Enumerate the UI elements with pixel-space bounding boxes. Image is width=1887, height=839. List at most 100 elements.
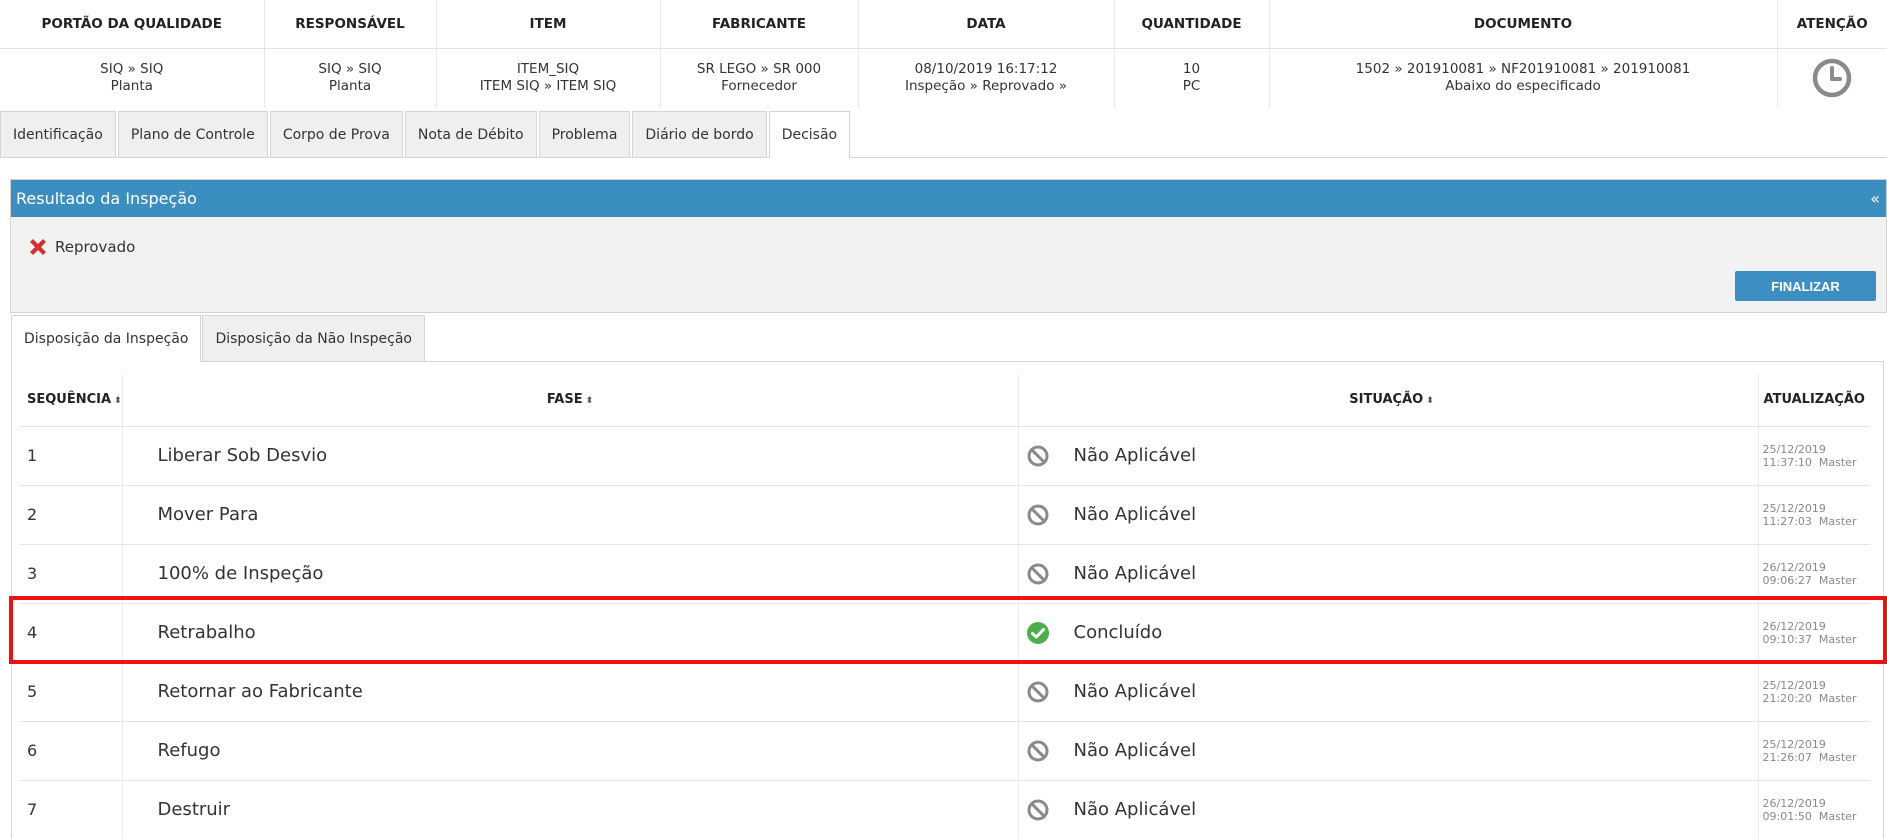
cell-situacao[interactable]: Concluído: [1018, 603, 1759, 663]
cell-atualizacao: 25/12/2019 11:27:03 Master: [1758, 485, 1870, 545]
cell-atualizacao: 26/12/2019 09:01:50 Master: [1758, 780, 1870, 839]
tab-1[interactable]: Plano de Controle: [117, 111, 268, 157]
cell-sequencia: 3: [20, 544, 123, 604]
disposition-table: SEQUÊNCIA ⬍ FASE ⬍ SITUAÇÃO ⬍ ATUALIZAÇÃO 1…: [20, 374, 1870, 839]
not-applicable-icon: [1027, 445, 1048, 466]
situacao-label: Não Aplicável: [1073, 445, 1197, 466]
situacao-wrap: Não Aplicável: [1026, 444, 1758, 468]
quantidade-line2: PC: [1182, 78, 1201, 95]
situacao-wrap: Concluído: [1026, 621, 1758, 645]
cell-situacao[interactable]: Não Aplicável: [1018, 721, 1759, 781]
header-quantidade: QUANTIDADE: [1114, 0, 1270, 49]
cell-situacao[interactable]: Não Aplicável: [1018, 662, 1759, 722]
col-fase-label: FASE: [546, 392, 583, 408]
cell-situacao[interactable]: Não Aplicável: [1018, 544, 1759, 604]
cell-sequencia: 5: [20, 662, 123, 722]
disposition-table-container: SEQUÊNCIA ⬍ FASE ⬍ SITUAÇÃO ⬍ ATUALIZAÇÃO 1…: [11, 361, 1884, 839]
update-user: Master: [1818, 750, 1857, 764]
table-row[interactable]: 6 Refugo Não Aplicável 25/12/2019 21:26:07 M…: [20, 721, 1871, 781]
col-fase[interactable]: FASE ⬍: [122, 374, 1019, 427]
cell-sequencia: 1: [20, 426, 123, 486]
result-status: Reprovado: [27, 236, 135, 258]
update-time: 09:10:37: [1762, 632, 1812, 646]
clock-icon[interactable]: [1812, 58, 1852, 98]
header-documento: DOCUMENTO: [1269, 0, 1778, 49]
tab-6[interactable]: Decisão: [768, 111, 851, 158]
cell-fase: Mover Para: [122, 485, 1019, 545]
update-date: 26/12/2019: [1762, 619, 1826, 633]
tab-5[interactable]: Diário de bordo: [632, 111, 767, 157]
col-sequencia-label: SEQUÊNCIA: [27, 392, 112, 408]
sort-icon[interactable]: ⬍: [586, 396, 594, 406]
fabricante-line2: Fornecedor: [721, 78, 797, 95]
cell-situacao[interactable]: Não Aplicável: [1018, 780, 1759, 839]
col-situacao[interactable]: SITUAÇÃO ⬍: [1018, 374, 1759, 427]
check-circle-icon: [1026, 621, 1049, 644]
table-row[interactable]: 5 Retornar ao Fabricante Não Aplicável 25/1…: [20, 662, 1870, 722]
disposition-tabs: Disposição da Inspeção Disposição da Não …: [11, 315, 426, 362]
header-data: DATA: [858, 0, 1115, 49]
cell-atualizacao: 25/12/2019 21:26:07 Master: [1758, 721, 1871, 781]
sort-icon[interactable]: ⬍: [114, 396, 122, 406]
cell-sequencia: 6: [20, 721, 123, 781]
summary-value-row: SIQ » SIQ Planta SIQ » SIQ Planta ITEM_S…: [0, 48, 1887, 108]
cell-situacao[interactable]: Não Aplicável: [1018, 426, 1759, 486]
panel-header[interactable]: Resultado da Inspeção «: [11, 180, 1886, 217]
responsavel-line1: SIQ » SIQ: [318, 61, 382, 78]
value-documento: 1502 » 201910081 » NF201910081 » 2019100…: [1269, 48, 1778, 108]
update-time: 09:06:27: [1762, 573, 1812, 587]
update-time-user: 09:06:27 Master: [1763, 574, 1871, 587]
update-time: 21:26:07: [1762, 750, 1812, 764]
cell-fase: Liberar Sob Desvio: [122, 426, 1019, 486]
table-row[interactable]: 4 Retrabalho Concluído 26/12/2019 09:10:37 M…: [20, 603, 1871, 663]
tab-2[interactable]: Corpo de Prova: [269, 111, 403, 157]
quantidade-line1: 10: [1182, 61, 1201, 78]
update-date: 25/12/2019: [1762, 442, 1826, 456]
header-fabricante: FABRICANTE: [660, 0, 859, 49]
update-user: Master: [1818, 632, 1857, 646]
table-row[interactable]: 1 Liberar Sob Desvio Não Aplicável 25/12/20…: [20, 426, 1870, 486]
subtab-0[interactable]: Disposição da Inspeção: [11, 315, 202, 362]
update-time-user: 21:26:07 Master: [1763, 751, 1871, 764]
col-atualizacao: ATUALIZAÇÃO: [1758, 374, 1870, 427]
fabricante-line1: SR LEGO » SR 000: [696, 61, 822, 78]
cell-fase: 100% de Inspeção: [122, 544, 1019, 604]
value-portao: SIQ » SIQ Planta: [0, 48, 265, 108]
table-row[interactable]: 7 Destruir Não Aplicável 26/12/2019 09:01:50…: [20, 780, 1870, 839]
documento-line1: 1502 » 201910081 » NF201910081 » 2019100…: [1355, 61, 1691, 78]
situacao-wrap: Não Aplicável: [1026, 562, 1758, 586]
header-responsavel: RESPONSÁVEL: [264, 0, 437, 49]
cell-sequencia: 7: [20, 780, 123, 839]
situacao-wrap: Não Aplicável: [1026, 503, 1758, 527]
collapse-icon[interactable]: «: [1870, 189, 1880, 208]
data-line2: Inspeção » Reprovado »: [904, 78, 1068, 95]
cell-atualizacao: 25/12/2019 11:37:10 Master: [1758, 426, 1870, 486]
update-user: Master: [1818, 455, 1857, 469]
update-user: Master: [1818, 691, 1857, 705]
finalize-button[interactable]: FINALIZAR: [1735, 271, 1876, 301]
not-applicable-icon: [1027, 563, 1048, 584]
col-sequencia[interactable]: SEQUÊNCIA ⬍: [20, 374, 123, 427]
table-row[interactable]: 2 Mover Para Não Aplicável 25/12/2019 11:27:…: [20, 485, 1870, 545]
item-line2: ITEM SIQ » ITEM SIQ: [479, 78, 617, 95]
tab-0[interactable]: Identificação: [0, 111, 116, 157]
update-time-user: 09:10:37 Master: [1763, 633, 1871, 646]
tab-4[interactable]: Problema: [538, 111, 631, 157]
table-row[interactable]: 3 100% de Inspeção Não Aplicável 26/12/2019…: [20, 544, 1871, 604]
update-time: 11:37:10: [1762, 455, 1812, 469]
situacao-label: Não Aplicável: [1073, 504, 1197, 525]
cell-atualizacao: 25/12/2019 21:20:20 Master: [1758, 662, 1870, 722]
cell-sequencia: 2: [20, 485, 123, 545]
header-atencao: ATENÇÃO: [1777, 0, 1887, 49]
tab-3[interactable]: Nota de Débito: [404, 111, 537, 157]
value-data: 08/10/2019 16:17:12 Inspeção » Reprovado…: [858, 48, 1115, 108]
cell-situacao[interactable]: Não Aplicável: [1018, 485, 1759, 545]
cell-fase: Retornar ao Fabricante: [122, 662, 1019, 722]
update-user: Master: [1818, 809, 1857, 823]
cell-fase: Refugo: [122, 721, 1019, 781]
update-time: 11:27:03: [1762, 514, 1812, 528]
col-situacao-label: SITUAÇÃO: [1349, 392, 1424, 408]
sort-icon[interactable]: ⬍: [1426, 396, 1434, 406]
subtab-1[interactable]: Disposição da Não Inspeção: [202, 315, 425, 361]
cell-fase: Retrabalho: [122, 603, 1019, 663]
